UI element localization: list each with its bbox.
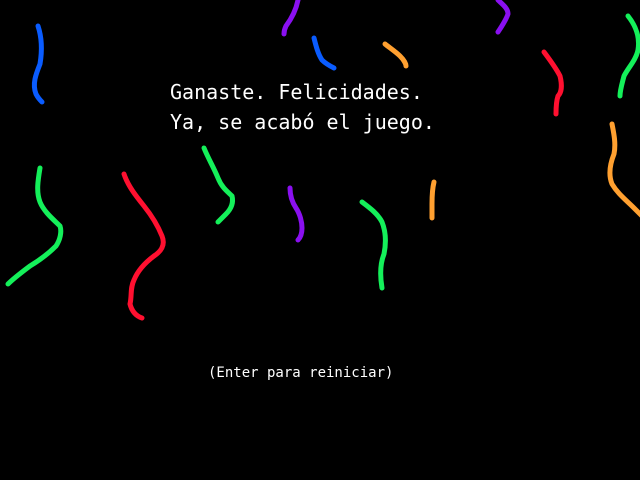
confetti-streamer: [5, 165, 64, 287]
confetti-streamer: [201, 145, 235, 225]
confetti-streamer: [382, 41, 409, 69]
confetti-streamer: [495, 0, 511, 35]
confetti-streamer: [429, 179, 437, 221]
confetti-streamer: [281, 0, 301, 37]
game-over-screen[interactable]: Ganaste. Felicidades. Ya, se acabó el ju…: [0, 0, 640, 480]
confetti-streamer: [31, 23, 45, 105]
win-message-line-1: Ganaste. Felicidades.: [170, 80, 423, 104]
confetti-streamer: [541, 49, 564, 117]
confetti-streamer: [607, 121, 640, 218]
confetti-streamer: [359, 199, 388, 291]
confetti-streamer: [287, 185, 305, 243]
win-message-line-2: Ya, se acabó el juego.: [170, 110, 435, 134]
confetti-streamer: [617, 13, 640, 99]
confetti-streamer: [311, 35, 337, 71]
confetti-streamer: [121, 171, 166, 321]
restart-hint: (Enter para reiniciar): [208, 365, 394, 381]
confetti-layer: [5, 0, 640, 321]
